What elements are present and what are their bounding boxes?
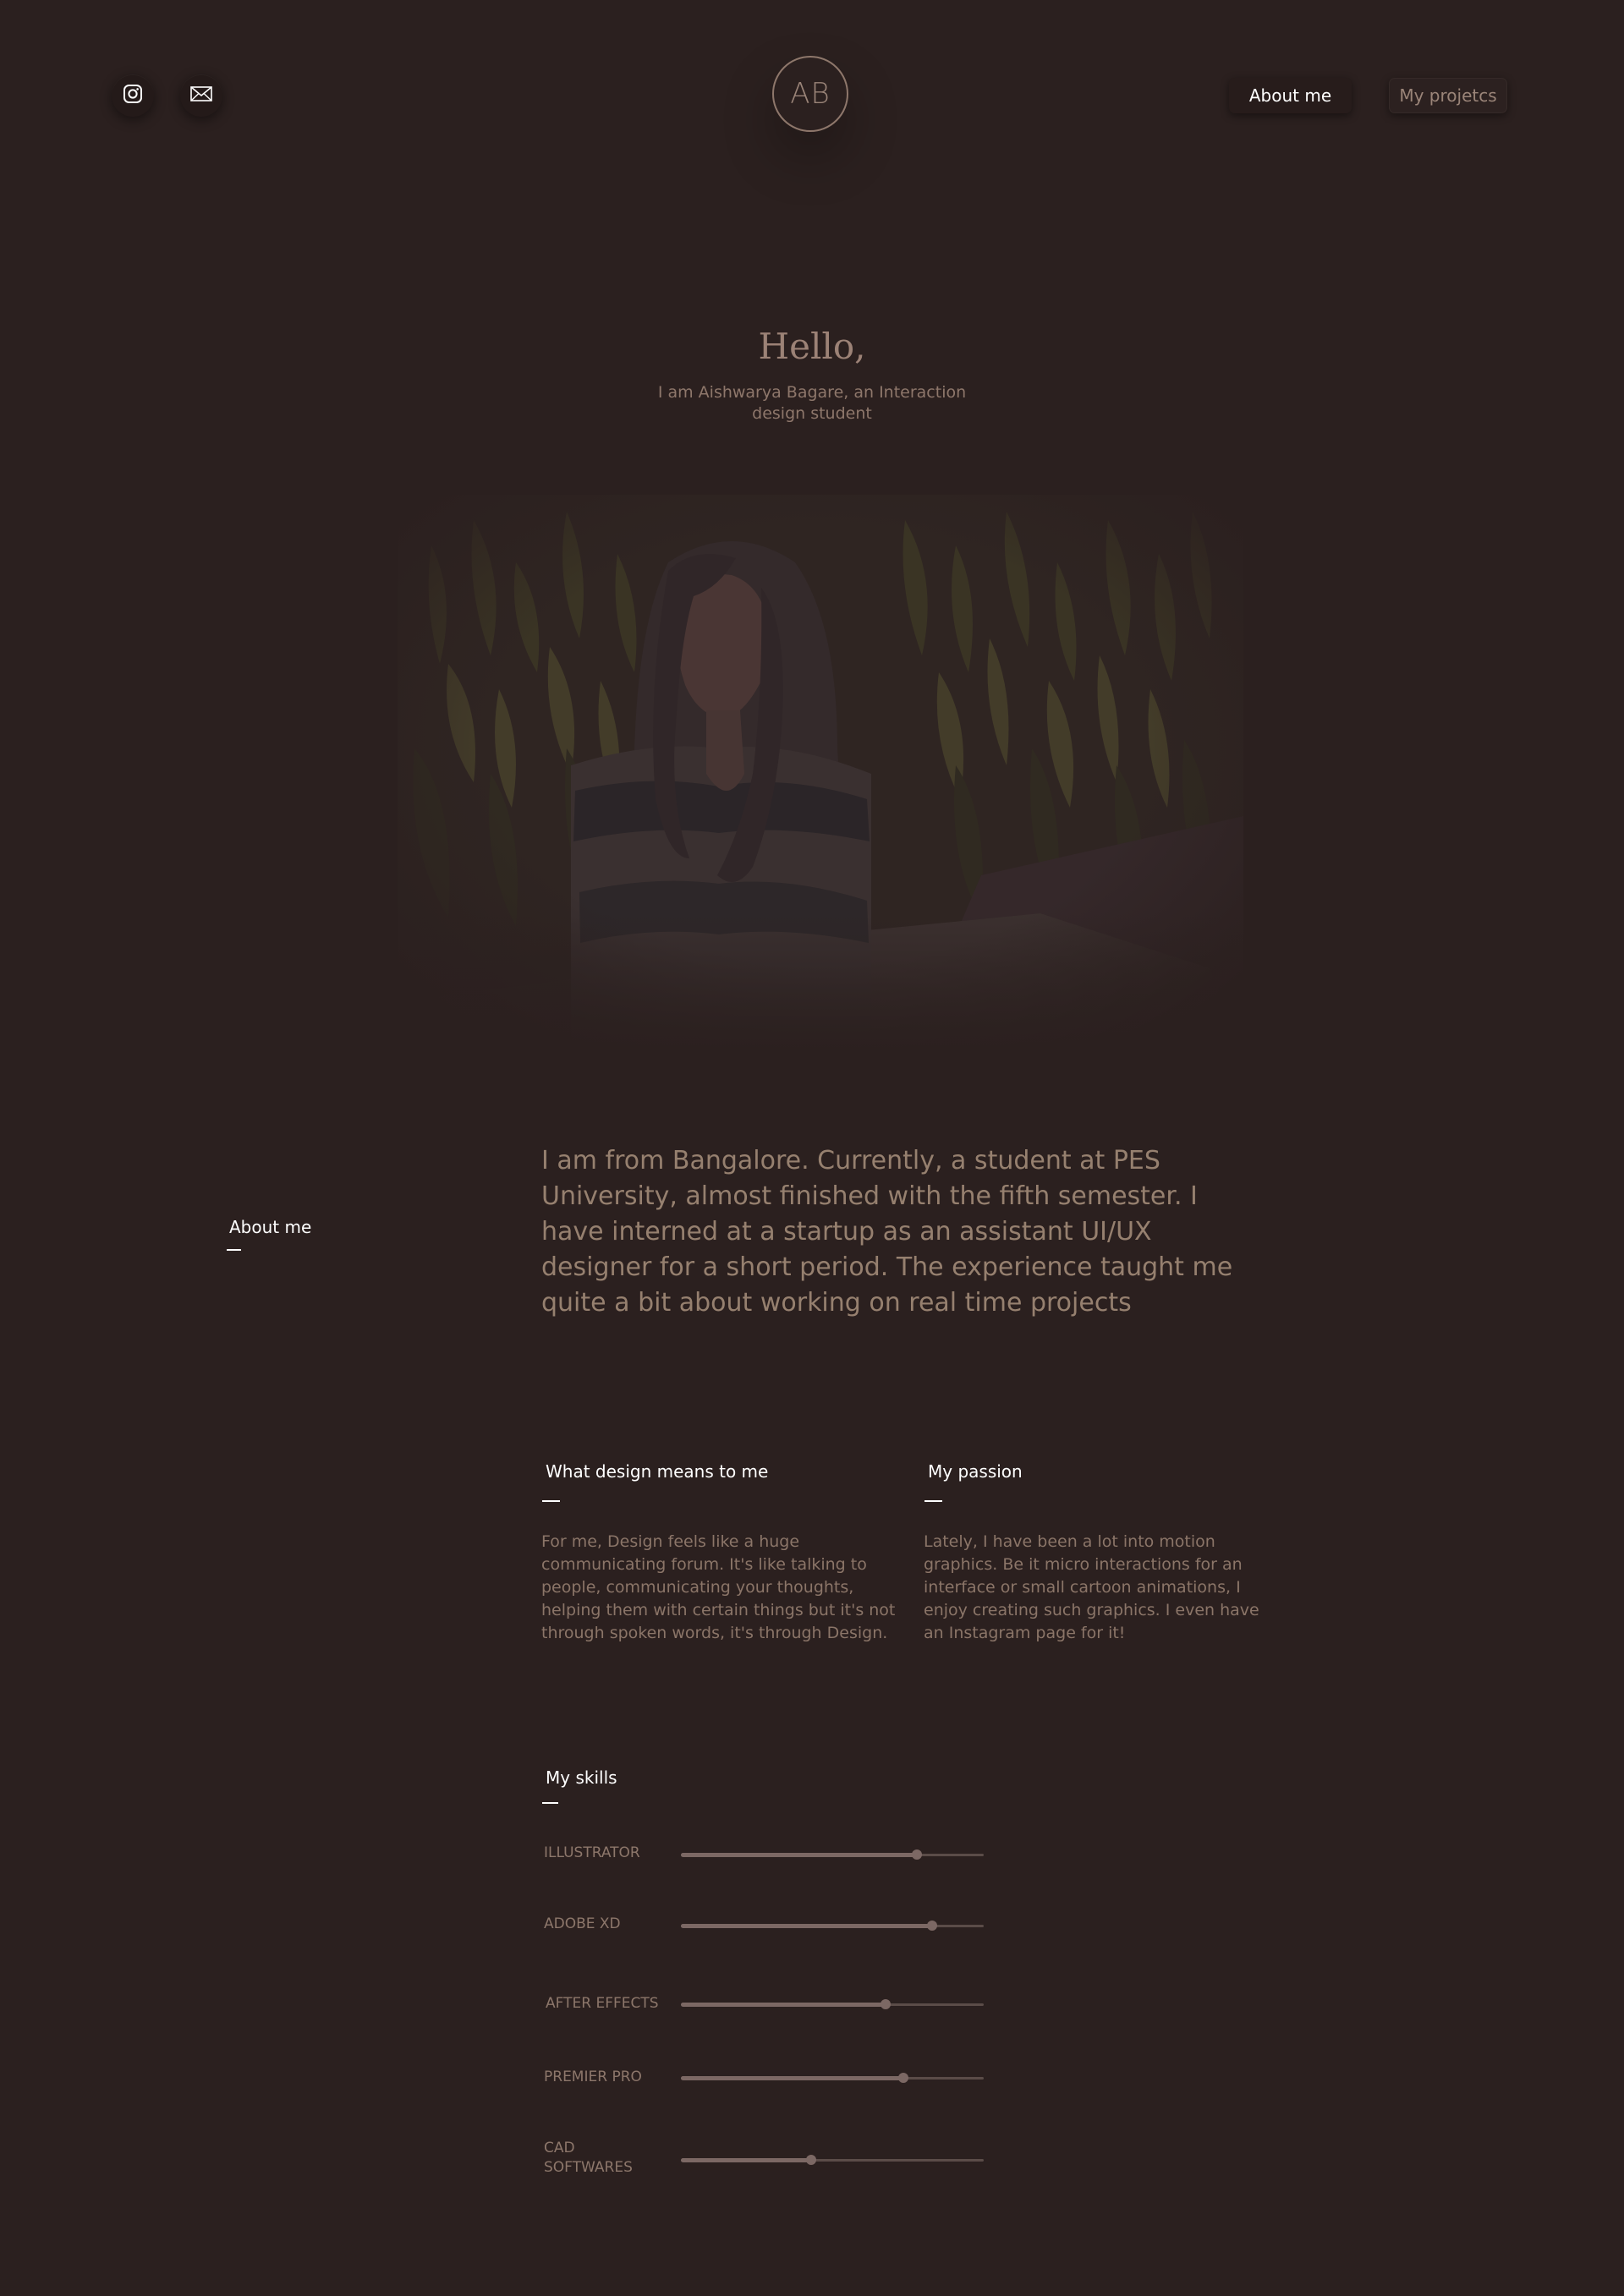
skill-slider-fill — [681, 2003, 886, 2007]
instagram-icon — [123, 84, 143, 107]
about-label-dash — [227, 1249, 241, 1251]
skill-slider-fill — [681, 2076, 904, 2080]
skills-title-dash — [542, 1802, 558, 1804]
skill-name: CAD SOFTWARES — [544, 2140, 633, 2176]
logo-text: AB — [790, 77, 831, 111]
skill-slider-fill — [681, 1853, 918, 1857]
skill-slider-handle[interactable] — [912, 1849, 923, 1860]
passion-text: Lately, I have been a lot into motion gr… — [924, 1532, 1259, 1642]
skill-slider-handle[interactable] — [805, 2155, 816, 2165]
instagram-button[interactable] — [112, 74, 154, 117]
passion-title: My passion — [928, 1461, 1023, 1482]
nav-about-label: About me — [1248, 85, 1332, 106]
skills-title: My skills — [546, 1767, 617, 1788]
skill-name: ILLUSTRATOR — [544, 1844, 640, 1861]
skill-name: ADOBE XD — [544, 1915, 621, 1932]
about-label: About me — [229, 1217, 312, 1237]
skill-slider-track[interactable] — [681, 1849, 984, 1860]
skill-slider-track[interactable] — [681, 1999, 984, 2009]
skill-slider-fill — [681, 1924, 933, 1928]
skill-slider-track[interactable] — [681, 1921, 984, 1931]
mail-button[interactable] — [180, 74, 222, 117]
passion-title-dash — [924, 1500, 942, 1502]
nav-projects-button[interactable]: My projetcs — [1389, 78, 1507, 113]
logo[interactable]: AB — [772, 56, 848, 132]
skill-slider-handle[interactable] — [880, 1999, 891, 2009]
hero-intro: I am Aishwarya Bagare, an Interaction de… — [657, 383, 967, 423]
skill-slider-handle[interactable] — [927, 1921, 938, 1931]
design-title: What design means to me — [546, 1461, 769, 1482]
skill-name: AFTER EFFECTS — [546, 1995, 659, 2012]
nav-projects-label: My projetcs — [1399, 85, 1497, 106]
design-text: For me, Design feels like a huge communi… — [541, 1532, 896, 1642]
skill-slider-track[interactable] — [681, 2073, 984, 2083]
skill-name: PREMIER PRO — [544, 2069, 642, 2085]
skill-slider-handle[interactable] — [898, 2073, 909, 2083]
hero-greeting: Hello, — [758, 326, 866, 367]
skill-slider-track[interactable] — [681, 2155, 984, 2165]
mail-icon — [190, 85, 212, 106]
about-text: I am from Bangalore. Currently, a studen… — [541, 1146, 1233, 1318]
design-title-dash — [542, 1500, 560, 1502]
skill-slider-fill — [681, 2158, 811, 2162]
nav-about-button[interactable]: About me — [1229, 78, 1352, 113]
portrait-illustration — [398, 495, 1243, 1053]
